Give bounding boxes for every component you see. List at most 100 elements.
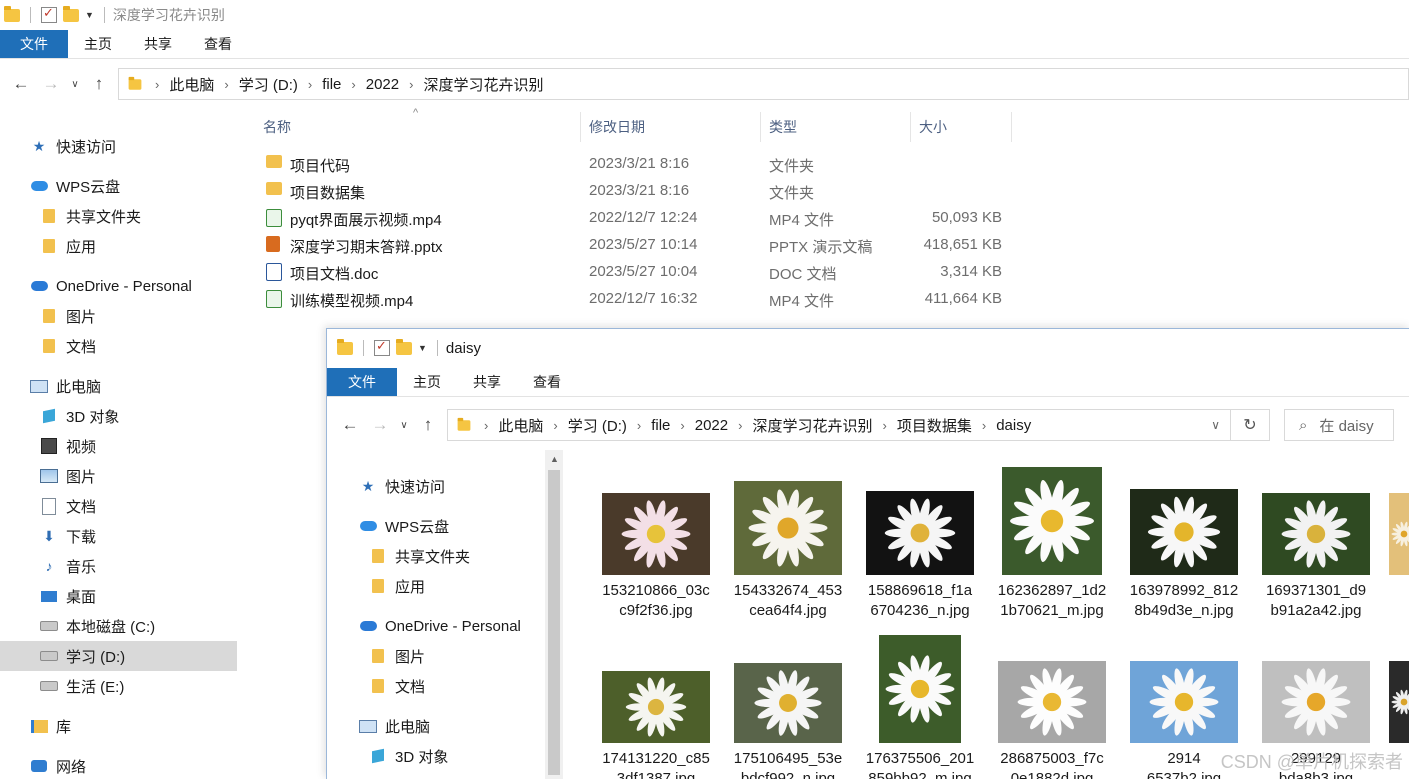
nav-3d-objects[interactable]: 3D 对象 <box>40 403 119 429</box>
chevron-right-icon[interactable]: › <box>878 418 890 433</box>
nav-network[interactable]: 网络 <box>30 753 86 778</box>
refresh-icon[interactable]: ↻ <box>1231 409 1270 441</box>
file-row[interactable]: 项目文档.doc 2023/5/27 10:04 DOC 文档 3,314 KB <box>262 259 1022 286</box>
nav-this-pc[interactable]: 此电脑 <box>359 713 430 739</box>
folder-icon[interactable] <box>337 338 353 355</box>
nav-downloads[interactable]: ⬇ 下载 <box>40 523 96 549</box>
chevron-right-icon[interactable]: › <box>347 77 359 92</box>
chevron-right-icon[interactable]: › <box>978 418 990 433</box>
nav-onedrive-documents[interactable]: 文档 <box>40 333 96 359</box>
address-bar[interactable]: › 此电脑 › 学习 (D:) › file › 2022 › 深度学习花卉识别… <box>447 409 1231 441</box>
nav-onedrive-pictures[interactable]: 图片 <box>40 303 96 329</box>
nav-quick-access[interactable]: ★ 快速访问 <box>359 473 445 499</box>
new-folder-icon[interactable] <box>63 5 79 22</box>
breadcrumb-drive-d[interactable]: 学习 (D:) <box>233 74 304 95</box>
breadcrumb-2022[interactable]: 2022 <box>689 417 734 434</box>
nav-desktop[interactable]: 桌面 <box>40 583 96 609</box>
forward-arrow-icon[interactable]: → <box>365 415 395 435</box>
address-dropdown-icon[interactable]: ∨ <box>1207 418 1230 432</box>
up-arrow-icon[interactable]: ↑ <box>84 74 114 94</box>
breadcrumb-project[interactable]: 深度学习花卉识别 <box>417 74 549 95</box>
chevron-right-icon[interactable]: › <box>405 77 417 92</box>
nav-shared-folder[interactable]: 共享文件夹 <box>40 203 141 229</box>
search-input[interactable]: ⌕ 在 daisy <box>1284 409 1394 441</box>
nav-wps-cloud[interactable]: WPS云盘 <box>30 173 120 199</box>
breadcrumb-this-pc[interactable]: 此电脑 <box>163 74 220 95</box>
tab-view[interactable]: 查看 <box>188 30 248 58</box>
nav-apps[interactable]: 应用 <box>40 233 96 259</box>
column-header-size[interactable]: 大小 <box>919 112 947 142</box>
chevron-right-icon[interactable]: › <box>734 418 746 433</box>
back-arrow-icon[interactable]: ← <box>335 415 365 435</box>
tab-file[interactable]: 文件 <box>327 368 397 396</box>
file-row[interactable]: 项目代码 2023/3/21 8:16 文件夹 <box>262 151 1022 178</box>
nav-onedrive[interactable]: OneDrive - Personal <box>30 273 192 299</box>
breadcrumb-file[interactable]: file <box>645 417 676 434</box>
flower-center <box>647 698 665 716</box>
nav-scrollbar[interactable]: ▲ <box>545 450 563 779</box>
chevron-right-icon[interactable]: › <box>151 77 163 92</box>
chevron-right-icon[interactable]: › <box>549 418 561 433</box>
recent-dropdown-icon[interactable]: ∨ <box>395 420 413 431</box>
column-header-type[interactable]: 类型 <box>769 112 797 142</box>
breadcrumb-daisy[interactable]: daisy <box>990 417 1037 434</box>
tab-share[interactable]: 共享 <box>128 30 188 58</box>
customize-dropdown-icon[interactable]: ▼ <box>85 10 94 20</box>
up-arrow-icon[interactable]: ↑ <box>413 415 443 435</box>
file-row[interactable]: pyqt界面展示视频.mp4 2022/12/7 12:24 MP4 文件 50,09… <box>262 205 1022 232</box>
chevron-right-icon[interactable]: › <box>676 418 688 433</box>
file-row[interactable]: 项目数据集 2023/3/21 8:16 文件夹 <box>262 178 1022 205</box>
properties-icon[interactable] <box>374 338 390 356</box>
nav-drive-d[interactable]: 学习 (D:) <box>0 641 237 671</box>
breadcrumb-file[interactable]: file <box>316 76 347 93</box>
breadcrumb-dataset[interactable]: 项目数据集 <box>891 415 978 436</box>
recent-dropdown-icon[interactable]: ∨ <box>66 79 84 90</box>
folder-icon[interactable] <box>4 5 20 22</box>
breadcrumb-project[interactable]: 深度学习花卉识别 <box>746 415 878 436</box>
customize-dropdown-icon[interactable]: ▼ <box>418 343 427 353</box>
nav-onedrive-pictures[interactable]: 图片 <box>369 643 425 669</box>
chevron-right-icon[interactable]: › <box>304 77 316 92</box>
chevron-right-icon[interactable]: › <box>480 418 492 433</box>
scrollbar-thumb[interactable] <box>548 470 560 775</box>
file-row[interactable]: 深度学习期末答辩.pptx 2023/5/27 10:14 PPTX 演示文稿 418… <box>262 232 1022 259</box>
nav-onedrive[interactable]: OneDrive - Personal <box>359 613 521 639</box>
breadcrumb-drive-d[interactable]: 学习 (D:) <box>562 415 633 436</box>
tab-share[interactable]: 共享 <box>457 368 517 396</box>
file-row[interactable]: 训练模型视频.mp4 2022/12/7 16:32 MP4 文件 411,664 K… <box>262 286 1022 313</box>
chevron-right-icon[interactable]: › <box>220 77 232 92</box>
column-divider[interactable] <box>910 112 911 142</box>
tab-file[interactable]: 文件 <box>0 30 68 58</box>
nav-videos[interactable]: 视频 <box>40 433 96 459</box>
properties-icon[interactable] <box>41 5 57 23</box>
nav-apps[interactable]: 应用 <box>369 573 425 599</box>
nav-wps-cloud[interactable]: WPS云盘 <box>359 513 449 539</box>
nav-libraries[interactable]: 库 <box>30 713 71 739</box>
column-header-date[interactable]: 修改日期 <box>589 112 645 142</box>
nav-music[interactable]: ♪ 音乐 <box>40 553 97 579</box>
chevron-right-icon[interactable]: › <box>633 418 645 433</box>
breadcrumb-2022[interactable]: 2022 <box>360 76 405 93</box>
address-bar[interactable]: › 此电脑 › 学习 (D:) › file › 2022 › 深度学习花卉识别 <box>118 68 1409 100</box>
nav-drive-c[interactable]: 本地磁盘 (C:) <box>40 613 155 639</box>
nav-onedrive-documents[interactable]: 文档 <box>369 673 425 699</box>
nav-pictures[interactable]: 图片 <box>40 463 96 489</box>
breadcrumb-this-pc[interactable]: 此电脑 <box>492 415 549 436</box>
scroll-up-icon[interactable]: ▲ <box>550 454 559 464</box>
nav-this-pc[interactable]: 此电脑 <box>30 373 101 399</box>
column-divider[interactable] <box>1011 112 1012 142</box>
new-folder-icon[interactable] <box>396 338 412 355</box>
column-header-name[interactable]: 名称 <box>263 112 291 142</box>
tab-home[interactable]: 主页 <box>397 368 457 396</box>
nav-drive-e[interactable]: 生活 (E:) <box>40 673 124 699</box>
nav-quick-access[interactable]: ★ 快速访问 <box>30 133 116 159</box>
nav-shared-folder[interactable]: 共享文件夹 <box>369 543 470 569</box>
nav-3d-objects[interactable]: 3D 对象 <box>369 743 448 769</box>
column-divider[interactable] <box>760 112 761 142</box>
column-divider[interactable] <box>580 112 581 142</box>
nav-documents[interactable]: 文档 <box>40 493 96 519</box>
tab-view[interactable]: 查看 <box>517 368 577 396</box>
tab-home[interactable]: 主页 <box>68 30 128 58</box>
back-arrow-icon[interactable]: ← <box>6 74 36 94</box>
forward-arrow-icon[interactable]: → <box>36 74 66 94</box>
